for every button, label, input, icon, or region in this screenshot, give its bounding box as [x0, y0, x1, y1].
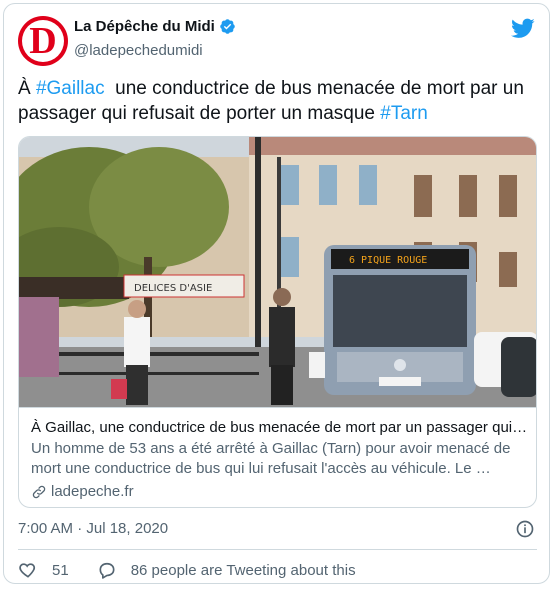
tweet-timestamp[interactable]: 7:00 AM · Jul 18, 2020 [18, 520, 168, 537]
link-preview-card[interactable]: DELICES D'ASIE 6 PIQUE ROUGE À Gaillac, … [18, 136, 537, 508]
divider [18, 549, 537, 550]
reply-text: 86 people are Tweeting about this [130, 561, 356, 579]
hashtag-gaillac[interactable]: #Gaillac [36, 78, 105, 99]
avatar-logo-letter: D [29, 20, 57, 62]
like-count: 51 [52, 561, 69, 579]
reply-button[interactable]: 86 people are Tweeting about this [97, 560, 356, 580]
author-name-row[interactable]: La Dépêche du Midi [74, 18, 236, 35]
twitter-bird-icon[interactable] [511, 16, 535, 40]
link-preview-meta[interactable]: À Gaillac, une conductrice de bus menacé… [19, 407, 536, 507]
heart-icon [19, 563, 36, 578]
verified-badge-icon [220, 19, 235, 34]
info-icon[interactable] [515, 519, 535, 539]
avatar[interactable]: D [18, 16, 68, 66]
tweet-text-prefix: À [18, 78, 36, 99]
tweet-card: D La Dépêche du Midi @ladepechedumidi À … [3, 3, 550, 584]
author-handle[interactable]: @ladepechedumidi [74, 42, 203, 59]
speech-bubble-icon [99, 562, 115, 579]
link-icon [32, 485, 46, 498]
link-preview-description: Un homme de 53 ans a été arrêté à Gailla… [31, 440, 511, 477]
bus-destination-sign: 6 PIQUE ROUGE [349, 255, 427, 266]
tweet-text: À #Gaillac une conductrice de bus menacé… [18, 76, 538, 126]
tweet-actions: 51 86 people are Tweeting about this [18, 560, 356, 580]
shop-sign: DELICES D'ASIE [134, 283, 212, 294]
link-preview-image[interactable]: DELICES D'ASIE 6 PIQUE ROUGE [19, 137, 537, 407]
link-preview-domain-row[interactable]: ladepeche.fr [31, 483, 526, 500]
like-button[interactable]: 51 [18, 560, 69, 580]
link-preview-domain[interactable]: ladepeche.fr [51, 483, 134, 500]
link-preview-title[interactable]: À Gaillac, une conductrice de bus menacé… [31, 418, 526, 437]
author-display-name[interactable]: La Dépêche du Midi [74, 18, 215, 35]
hashtag-tarn[interactable]: #Tarn [380, 103, 428, 124]
